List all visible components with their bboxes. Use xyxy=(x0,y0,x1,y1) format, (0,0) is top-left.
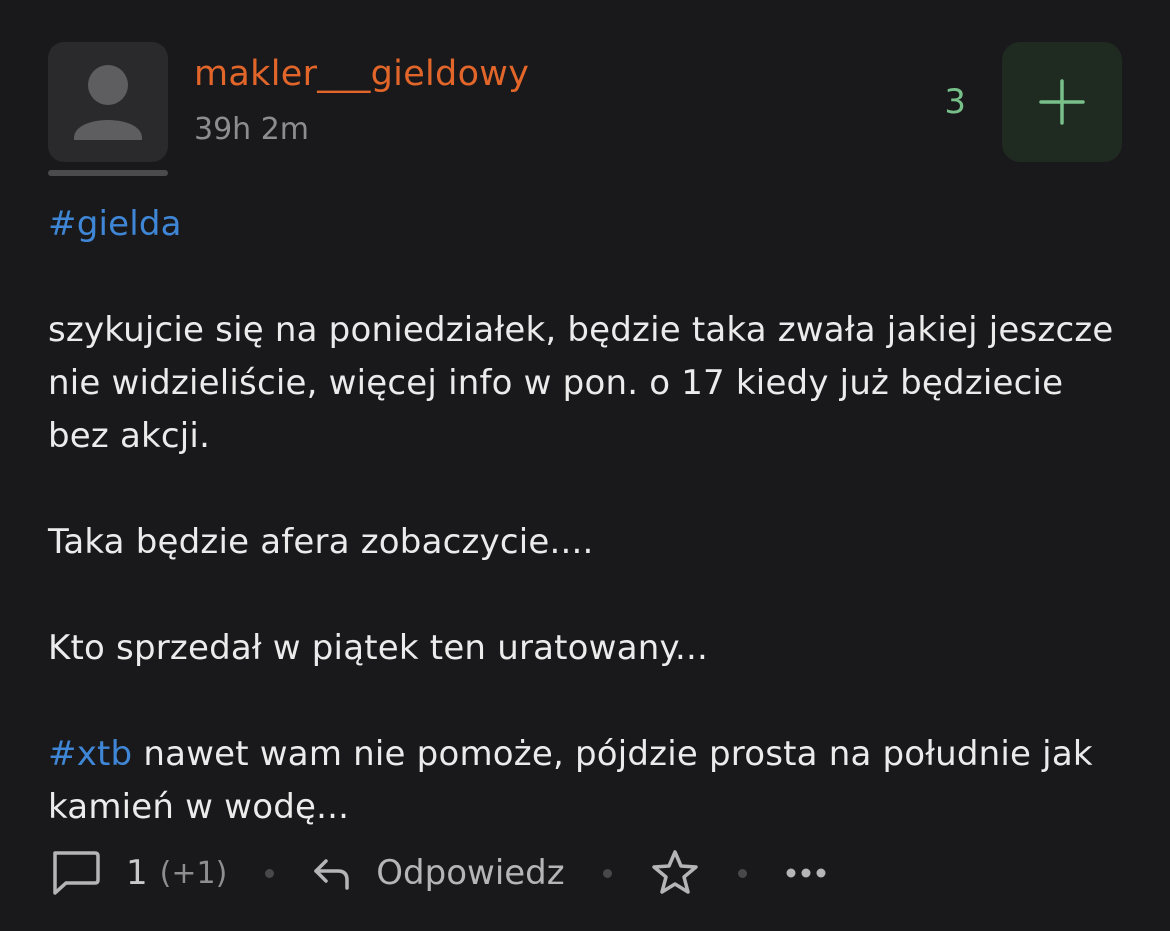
more-dots-icon xyxy=(786,868,826,878)
reply-arrow-icon xyxy=(314,859,350,890)
post-paragraph: szykujcie się na poniedziałek, będzie ta… xyxy=(48,310,1114,456)
tag-link-gielda[interactable]: #gielda xyxy=(48,204,182,244)
reply-label: Odpowiedz xyxy=(376,853,565,893)
favorite-button[interactable] xyxy=(650,848,700,898)
vote-count: 3 xyxy=(944,82,966,122)
post-paragraph: #xtb nawet wam nie pomoże, pójdzie prost… xyxy=(48,728,1128,834)
tag-link-xtb[interactable]: #xtb xyxy=(48,734,132,774)
post-time: 39h 2m xyxy=(194,112,310,147)
post-actions: 1 (+1) Odpowiedz xyxy=(48,842,827,904)
plus-icon xyxy=(1039,79,1085,125)
separator-dot xyxy=(265,868,275,878)
comment-icon xyxy=(53,851,100,895)
post-paragraph-text: nawet wam nie pomoże, pójdzie prosta na … xyxy=(48,734,1093,827)
avatar[interactable] xyxy=(48,42,168,162)
post-paragraph: Taka będzie afera zobaczycie.... xyxy=(48,522,594,562)
avatar-underline xyxy=(48,170,168,176)
comments-button[interactable]: 1 (+1) xyxy=(48,847,227,899)
comment-count: 1 xyxy=(126,853,148,893)
user-avatar-icon xyxy=(74,65,142,140)
comment-delta: (+1) xyxy=(159,855,228,891)
reply-button[interactable]: Odpowiedz xyxy=(312,853,565,893)
more-button[interactable] xyxy=(785,866,827,880)
post-author[interactable]: makler___gieldowy xyxy=(194,54,529,94)
separator-dot xyxy=(737,868,747,878)
post-content: #gielda szykujcie się na poniedziałek, b… xyxy=(48,198,1128,834)
post-paragraph: Kto sprzedał w piątek ten uratowany... xyxy=(48,628,708,668)
upvote-button[interactable] xyxy=(1002,42,1122,162)
star-icon xyxy=(651,850,698,894)
separator-dot xyxy=(602,868,612,878)
